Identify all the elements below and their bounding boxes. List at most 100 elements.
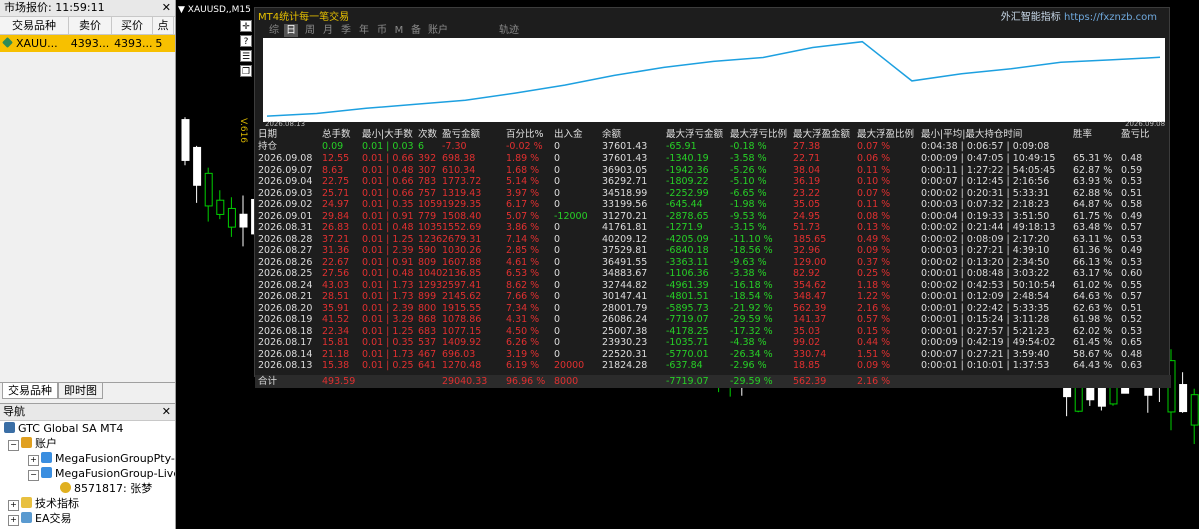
stats-title: MT4统计每一笔交易: [258, 12, 350, 23]
close-icon[interactable]: ✕: [162, 0, 171, 16]
total-max-float-profit-pct: 2.16 %: [857, 376, 891, 387]
tree-account[interactable]: 8571817: 张梦: [0, 481, 175, 496]
cell-8: -1271.9: [666, 222, 703, 233]
cell-6: 0: [554, 268, 561, 279]
cell-14: 0.55: [1121, 279, 1143, 291]
tree-indicators[interactable]: + 技术指标: [0, 496, 175, 511]
cell-0: 2026.09.01: [258, 210, 313, 222]
cell-7: 37601.43: [602, 153, 648, 164]
cell-6: 0: [554, 222, 561, 233]
tab-period-9[interactable]: 账户: [427, 24, 449, 37]
cell-8: -637.84: [666, 360, 703, 371]
cell-10: 185.65: [793, 233, 827, 245]
tab-period-5[interactable]: 年: [357, 24, 371, 37]
tab-symbols[interactable]: 交易品种: [2, 383, 58, 399]
tab-period-10[interactable]: 轨迹: [497, 24, 521, 37]
tab-period-3[interactable]: 月: [321, 24, 335, 37]
tree-broker-label: GTC Global SA MT4: [18, 422, 124, 435]
tab-period-4[interactable]: 季: [339, 24, 353, 37]
cell-10: 22.71: [793, 153, 821, 164]
cell-5: 4.61 %: [506, 256, 540, 268]
expand-icon[interactable]: +: [8, 515, 19, 526]
expand-icon[interactable]: +: [8, 500, 19, 511]
cell-5: -0.02 %: [506, 141, 543, 152]
cell-0: 2026.09.02: [258, 199, 313, 210]
cell-7: 37529.81: [602, 245, 648, 256]
cell-13: 61.75 %: [1073, 210, 1113, 222]
cell-12: 0:00:04 | 0:19:33 | 3:51:50: [921, 210, 1050, 222]
col-ask[interactable]: 买价: [112, 17, 153, 34]
help-icon[interactable]: ?: [240, 35, 252, 47]
tree-accounts[interactable]: − 账户: [0, 436, 175, 451]
col-bid[interactable]: 卖价: [69, 17, 112, 34]
tab-period-2[interactable]: 周: [303, 24, 317, 37]
col-symbol[interactable]: 交易品种: [0, 17, 69, 34]
equity-curve: [263, 38, 1165, 122]
collapse-icon[interactable]: −: [8, 440, 19, 451]
tab-period-8[interactable]: 备: [409, 24, 423, 37]
cell-14: 0.57: [1121, 291, 1143, 302]
brand-link[interactable]: 外汇智能指标 https://fxznzb.com: [1001, 8, 1157, 23]
tree-broker[interactable]: GTC Global SA MT4: [0, 421, 175, 436]
total-label: 合计: [258, 376, 278, 387]
cell-5: 1.68 %: [506, 164, 540, 176]
cell-10: 348.47: [793, 291, 827, 302]
cell-3: 1236: [418, 233, 443, 245]
quote-row[interactable]: XAUU... 4393... 4393... 5: [0, 35, 175, 52]
cell-7: 23930.23: [602, 337, 648, 348]
cell-6: 0: [554, 302, 561, 314]
cell-2: 0.01 | 0.66: [362, 153, 414, 164]
total-row: 合计 493.59 29040.33 96.96 % 8000 -7719.07 -29.5…: [255, 375, 1171, 388]
tree-server-1[interactable]: + MegaFusionGroupPty-Liv: [0, 451, 175, 466]
restore-icon[interactable]: ❐: [240, 65, 252, 77]
cell-2: 最小|大手数: [362, 129, 413, 140]
cell-8: -4801.51: [666, 291, 709, 302]
cell-7: 22520.31: [602, 348, 648, 360]
crosshair-icon[interactable]: ✛: [240, 20, 252, 32]
tab-tick-chart[interactable]: 即时图: [58, 383, 103, 399]
cell-5: 5.14 %: [506, 176, 540, 187]
candle-body: [216, 199, 225, 215]
tree-experts[interactable]: + EA交易: [0, 511, 175, 526]
cell-5: 6.19 %: [506, 360, 540, 371]
list-icon[interactable]: ☰: [240, 50, 252, 62]
close-icon[interactable]: ✕: [162, 404, 171, 420]
cell-13: 65.31 %: [1073, 153, 1113, 164]
cell-3: 868: [418, 314, 437, 325]
tab-period-7[interactable]: M: [393, 24, 405, 37]
cell-7: 36903.05: [602, 164, 648, 176]
equity-start-date: 2026.08.13: [265, 120, 306, 128]
tree-server-1-label: MegaFusionGroupPty-Liv: [55, 452, 175, 465]
candle-body: [181, 119, 190, 161]
tab-period-1[interactable]: 日: [284, 24, 298, 37]
quote-symbol-text: XAUU...: [16, 37, 58, 50]
collapse-icon[interactable]: −: [28, 470, 39, 481]
cell-12: 0:00:01 | 0:22:42 | 5:33:35: [921, 302, 1050, 314]
stats-panel: MT4统计每一笔交易 外汇智能指标 https://fxznzb.com 综日周…: [254, 7, 1171, 388]
cell-13: 胜率: [1073, 129, 1093, 140]
cell-12: 0:04:38 | 0:06:57 | 0:09:08: [921, 141, 1050, 152]
total-max-float-loss-pct: -29.59 %: [730, 376, 773, 387]
cell-1: 37.21: [322, 233, 350, 245]
navigator-tree: GTC Global SA MT4 − 账户 + MegaFusionGroupPt…: [0, 421, 175, 526]
stats-row: 2026.08.13 15.38 0.01 | 0.25 641 1270.48 6.19…: [255, 360, 1171, 372]
cell-10: 35.03: [793, 325, 821, 337]
cell-14: 0.49: [1121, 210, 1143, 222]
tree-server-2[interactable]: − MegaFusionGroup-Live: [0, 466, 175, 481]
expand-icon[interactable]: +: [28, 455, 39, 466]
cell-3: 307: [418, 164, 437, 176]
cell-13: 61.45 %: [1073, 337, 1113, 348]
cell-5: 3.86 %: [506, 222, 540, 233]
col-spread[interactable]: 点: [153, 17, 174, 34]
tab-period-6[interactable]: 币: [375, 24, 389, 37]
tab-period-0[interactable]: 综: [267, 24, 281, 37]
cell-9: -17.32 %: [730, 325, 773, 337]
cell-11: 0.06 %: [857, 153, 891, 164]
cell-3: 899: [418, 291, 437, 302]
cell-13: 64.87 %: [1073, 199, 1113, 210]
cell-5: 4.50 %: [506, 325, 540, 337]
cell-1: 25.71: [322, 187, 350, 199]
cell-13: 64.43 %: [1073, 360, 1113, 371]
cell-1: 35.91: [322, 302, 350, 314]
cell-7: 25007.38: [602, 325, 648, 337]
